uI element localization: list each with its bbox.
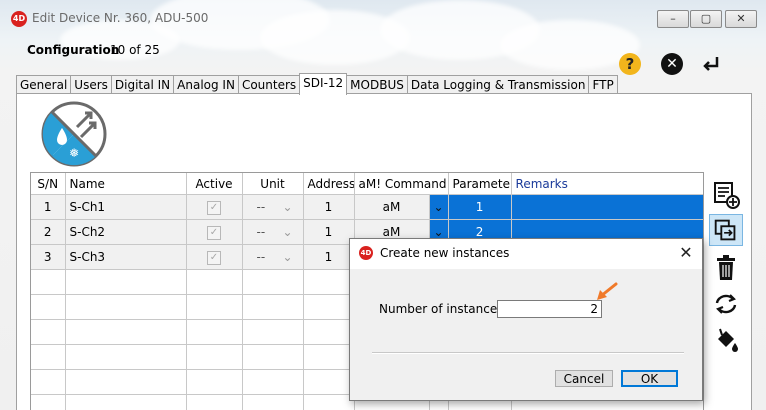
minimize-button[interactable]: –: [657, 10, 689, 28]
refresh-icon[interactable]: [709, 288, 743, 320]
cell-address[interactable]: 1: [303, 195, 354, 220]
tab-general[interactable]: General: [16, 75, 71, 94]
chevron-down-icon: ⌄: [282, 250, 292, 264]
cancel-circle-icon[interactable]: ✕: [661, 53, 683, 75]
app-logo-icon: 4D: [11, 11, 27, 27]
add-list-icon[interactable]: [709, 178, 743, 210]
tab-sdi-12[interactable]: SDI-12: [299, 73, 347, 95]
minimize-icon: –: [658, 11, 688, 27]
cell-sn: 2: [31, 220, 65, 245]
tab-bar: General Users Digital IN Analog IN Count…: [16, 73, 617, 93]
column-header-command[interactable]: aM! Command: [354, 173, 448, 195]
column-header-sn[interactable]: S/N: [31, 173, 65, 195]
pointer-arrow-icon: [593, 282, 619, 304]
cell-parameter[interactable]: 1: [448, 195, 511, 220]
column-header-active[interactable]: Active: [186, 173, 242, 195]
create-instances-dialog: 4D Create new instances ✕ Number of inst…: [349, 238, 703, 401]
cell-sn: 1: [31, 195, 65, 220]
tab-data-logging[interactable]: Data Logging & Transmission: [407, 75, 590, 94]
table-header-row: S/N Name Active Unit Address aM! Command…: [31, 173, 703, 195]
cell-name[interactable]: S-Ch3: [65, 245, 186, 270]
number-of-instances-label: Number of instances: [379, 302, 504, 316]
title-bar: 4D Edit Device Nr. 360, ADU-500 – ▢ ✕: [0, 0, 766, 34]
table-row[interactable]: 1 S-Ch1 ✓ -- ⌄ 1 aM ⌄ 1: [31, 195, 703, 220]
unit-value: --: [257, 225, 266, 239]
help-icon[interactable]: ?: [619, 53, 641, 75]
active-checkbox[interactable]: ✓: [207, 226, 221, 240]
dialog-close-icon[interactable]: ✕: [676, 243, 696, 263]
dialog-title-bar: 4D Create new instances ✕: [350, 239, 702, 269]
tab-modbus[interactable]: MODBUS: [346, 75, 408, 94]
dialog-title: Create new instances: [380, 246, 509, 260]
column-header-name[interactable]: Name: [65, 173, 186, 195]
unit-dropdown[interactable]: -- ⌄: [247, 250, 299, 264]
cell-address[interactable]: 1: [303, 245, 354, 270]
edit-device-window: 4D Edit Device Nr. 360, ADU-500 – ▢ ✕ Co…: [0, 0, 766, 409]
number-of-instances-input[interactable]: [497, 300, 602, 318]
tab-analog-in[interactable]: Analog IN: [173, 75, 239, 94]
tab-digital-in[interactable]: Digital IN: [111, 75, 174, 94]
cell-sn: 3: [31, 245, 65, 270]
cell-name[interactable]: S-Ch1: [65, 195, 186, 220]
unit-dropdown[interactable]: -- ⌄: [247, 200, 299, 214]
configuration-label: Configuration: [27, 43, 119, 57]
column-header-address[interactable]: Address: [303, 173, 354, 195]
command-dropdown-button[interactable]: ⌄: [429, 195, 448, 220]
column-header-parameter[interactable]: Parameter: [448, 173, 511, 195]
active-checkbox[interactable]: ✓: [207, 251, 221, 265]
dialog-separator: [372, 352, 684, 354]
column-header-remarks[interactable]: Remarks: [511, 173, 703, 195]
configuration-count: 10 of 25: [110, 43, 160, 57]
tab-users[interactable]: Users: [70, 75, 112, 94]
active-checkbox[interactable]: ✓: [207, 201, 221, 215]
svg-text:❅: ❅: [69, 146, 79, 160]
chevron-down-icon: ⌄: [282, 200, 292, 214]
close-icon: ✕: [726, 11, 756, 27]
column-header-unit[interactable]: Unit: [242, 173, 303, 195]
app-logo-icon: 4D: [359, 246, 373, 260]
unit-value: --: [257, 200, 266, 214]
cell-address[interactable]: 1: [303, 220, 354, 245]
close-window-button[interactable]: ✕: [725, 10, 757, 28]
tab-counters[interactable]: Counters: [238, 75, 300, 94]
duplicate-icon[interactable]: [709, 214, 743, 246]
cell-remarks[interactable]: [511, 195, 703, 220]
unit-dropdown[interactable]: -- ⌄: [247, 225, 299, 239]
window-title: Edit Device Nr. 360, ADU-500: [32, 11, 208, 25]
unit-value: --: [257, 250, 266, 264]
maximize-icon: ▢: [691, 11, 721, 27]
paint-bucket-icon[interactable]: [709, 324, 743, 356]
sdi-12-sensor-icon: ❅: [41, 101, 107, 167]
ok-button[interactable]: OK: [621, 370, 678, 387]
enter-return-icon[interactable]: [699, 52, 723, 76]
cancel-button[interactable]: Cancel: [555, 370, 613, 387]
trash-icon[interactable]: [709, 252, 743, 284]
maximize-button[interactable]: ▢: [690, 10, 722, 28]
chevron-down-icon: ⌄: [433, 200, 443, 214]
cell-name[interactable]: S-Ch2: [65, 220, 186, 245]
chevron-down-icon: ⌄: [433, 225, 443, 239]
cell-command[interactable]: aM: [354, 195, 429, 220]
chevron-down-icon: ⌄: [282, 225, 292, 239]
tab-ftp[interactable]: FTP: [588, 75, 617, 94]
